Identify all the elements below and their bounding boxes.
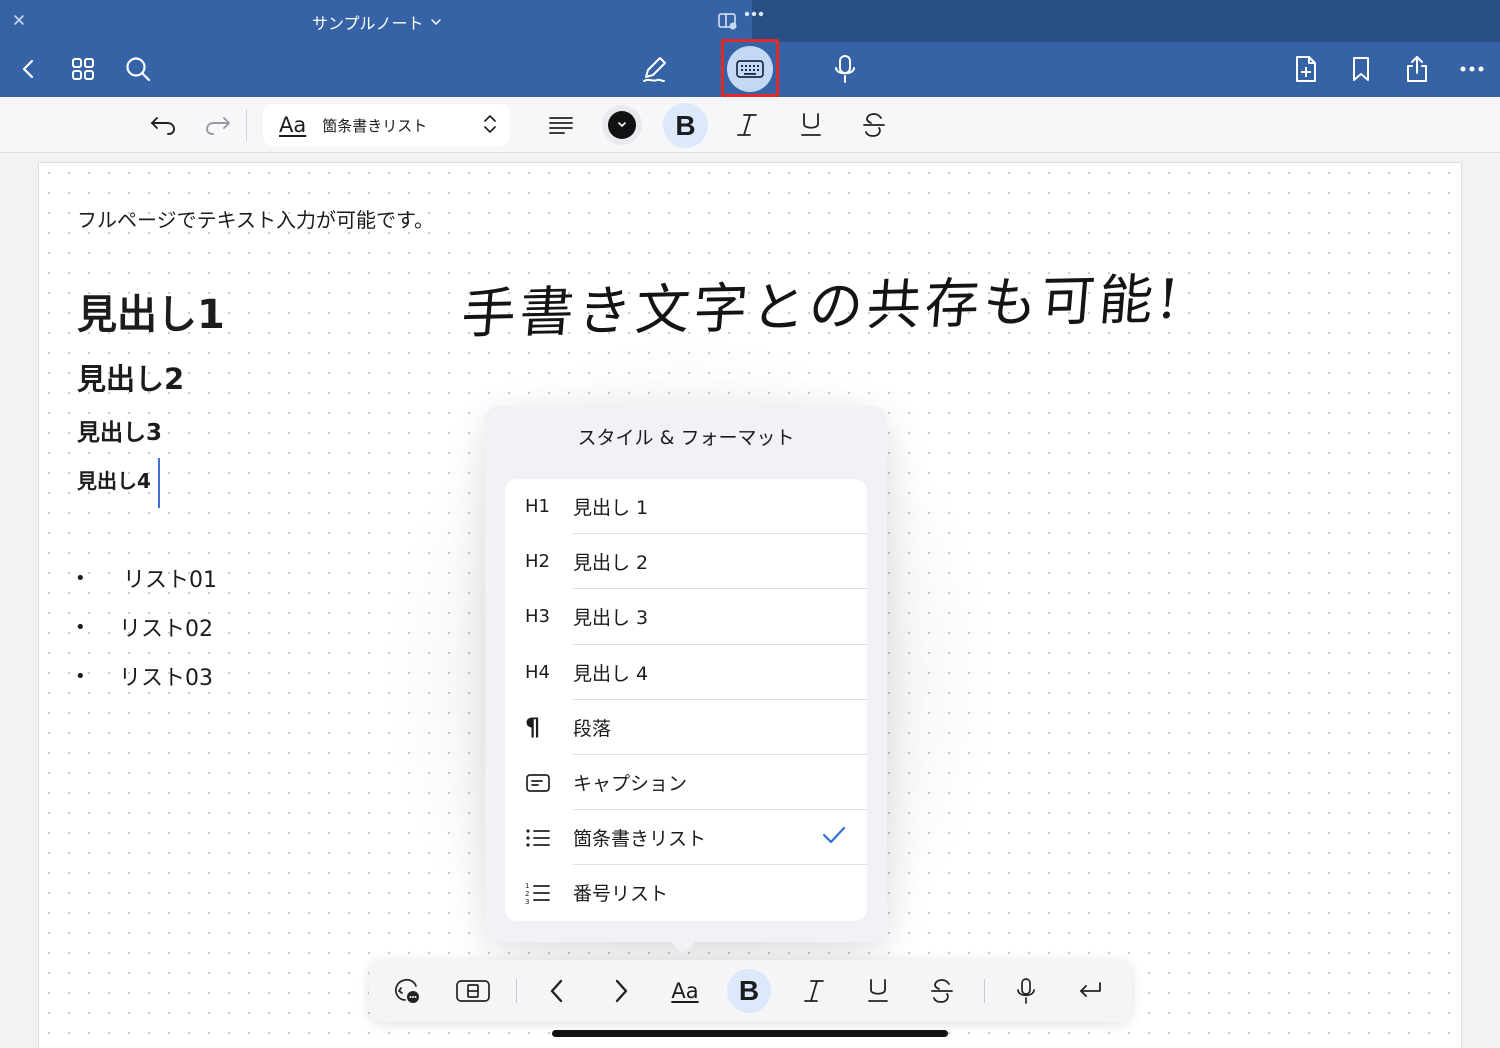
italic-icon [736, 112, 758, 138]
underline-icon [800, 112, 822, 138]
text-color-swatch [608, 111, 636, 139]
style-selector-value: 箇条書きリスト [322, 116, 428, 135]
paragraph-icon: ¶ [525, 713, 541, 742]
more-icon[interactable] [1452, 49, 1492, 89]
divider [516, 979, 517, 1003]
strikethrough-button[interactable] [854, 105, 894, 145]
popover-arrow [665, 936, 701, 954]
divider [984, 979, 985, 1003]
style-option-label: 見出し 3 [573, 607, 649, 630]
microphone-icon[interactable] [825, 49, 865, 89]
pen-icon[interactable] [634, 49, 674, 89]
title-bar: サンプルノート [0, 0, 1500, 42]
style-option-label: キャプション [573, 773, 688, 796]
search-icon[interactable] [118, 49, 158, 89]
bullet: • [75, 616, 86, 638]
bullet-list-icon [505, 827, 573, 849]
svg-text:2: 2 [525, 890, 529, 898]
note-title: サンプルノート [312, 14, 424, 33]
heading-3[interactable]: 見出し3 [77, 413, 162, 447]
style-option-label: 見出し 1 [573, 497, 649, 520]
list-item-text: リスト02 [119, 617, 213, 642]
align-icon[interactable] [541, 105, 581, 145]
heading-2[interactable]: 見出し2 [77, 356, 184, 398]
popover-title: スタイル & フォーマット [577, 427, 795, 449]
style-option-tag: H3 [525, 606, 550, 628]
bold-button[interactable]: B [663, 103, 708, 148]
share-icon[interactable] [1397, 49, 1437, 89]
italic-icon[interactable] [794, 971, 834, 1011]
bold-button-keyboard[interactable]: B [727, 969, 771, 1013]
style-option-caption[interactable]: キャプション [505, 755, 867, 811]
undo-icon[interactable] [143, 105, 183, 145]
format-bar: Aa 箇条書きリスト [0, 97, 1500, 153]
style-format-popover: スタイル & フォーマット H1 見出し 1 H2 見出し 2 H3 見出し 3… [485, 406, 887, 954]
style-option-bullet-list[interactable]: 箇条書きリスト [505, 810, 867, 866]
handwritten-annotation[interactable]: 手書き文字との共存も可能! [459, 254, 1187, 348]
list-item[interactable]: • リスト02 [75, 611, 213, 643]
microphone-icon[interactable] [1006, 971, 1046, 1011]
style-option-tag: H2 [525, 551, 550, 573]
text-color-button[interactable] [602, 105, 642, 145]
style-option-label: 見出し 4 [573, 662, 649, 685]
style-option-h1[interactable]: H1 見出し 1 [505, 479, 867, 535]
back-icon[interactable] [8, 49, 48, 89]
numbered-list-icon: 1 2 3 [505, 881, 573, 905]
style-option-numbered-list[interactable]: 1 2 3 番号リスト [505, 865, 867, 920]
style-option-label: 番号リスト [573, 883, 669, 906]
italic-button[interactable] [727, 105, 767, 145]
heading-4[interactable]: 見出し4 [77, 465, 151, 494]
add-page-icon[interactable] [1286, 49, 1326, 89]
text-cursor [158, 458, 160, 508]
list-item-text: リスト01 [123, 568, 217, 593]
grid-icon[interactable] [63, 49, 103, 89]
multitask-icon[interactable] [716, 8, 766, 34]
note-title-menu[interactable]: サンプルノート [312, 10, 442, 34]
style-selector[interactable]: Aa 箇条書きリスト [263, 104, 510, 146]
divider [246, 109, 247, 141]
title-bar-secondary [752, 0, 1500, 42]
bullet: • [75, 665, 86, 687]
checkmark-icon [821, 824, 847, 846]
intro-text[interactable]: フルページでテキスト入力が可能です。 [77, 204, 434, 233]
style-option-label: 段落 [573, 717, 612, 740]
list-item[interactable]: • リスト03 [75, 660, 213, 692]
bookmark-icon[interactable] [1341, 49, 1381, 89]
redo-icon[interactable] [198, 105, 238, 145]
list-item[interactable]: • リスト01 [75, 562, 217, 594]
text-style-button[interactable]: Aa [665, 971, 705, 1011]
style-list: H1 見出し 1 H2 見出し 2 H3 見出し 3 H4 見出し 4 ¶ 段落 [505, 479, 867, 921]
style-option-h2[interactable]: H2 見出し 2 [505, 534, 867, 590]
style-aa-icon: Aa [279, 113, 307, 137]
style-option-h3[interactable]: H3 見出し 3 [505, 589, 867, 645]
return-icon[interactable] [1070, 971, 1110, 1011]
style-option-tag: H4 [525, 661, 550, 683]
svg-text:1: 1 [525, 882, 529, 890]
style-option-label: 見出し 2 [573, 552, 649, 575]
insert-object-icon[interactable] [387, 971, 427, 1011]
style-option-h4[interactable]: H4 見出し 4 [505, 645, 867, 700]
underline-icon[interactable] [858, 971, 898, 1011]
cursor-right-icon[interactable] [601, 971, 641, 1011]
style-option-paragraph[interactable]: ¶ 段落 [505, 700, 867, 755]
updown-chevron-icon [482, 113, 498, 135]
style-option-tag: H1 [525, 496, 550, 518]
close-icon[interactable] [10, 11, 28, 29]
home-indicator [552, 1030, 948, 1037]
underline-button[interactable] [791, 105, 831, 145]
date-stamp-icon[interactable] [453, 971, 493, 1011]
keyboard-toolbar: Aa B [369, 960, 1132, 1022]
chevron-down-icon [430, 16, 442, 28]
heading-1[interactable]: 見出し1 [77, 282, 225, 340]
cursor-left-icon[interactable] [537, 971, 577, 1011]
svg-text:3: 3 [525, 898, 529, 905]
list-item-text: リスト03 [119, 666, 213, 691]
strikethrough-icon [862, 112, 886, 138]
caption-icon [505, 772, 573, 794]
strikethrough-icon[interactable] [922, 971, 962, 1011]
keyboard-highlight-frame [721, 39, 779, 97]
bullet: • [75, 567, 86, 589]
